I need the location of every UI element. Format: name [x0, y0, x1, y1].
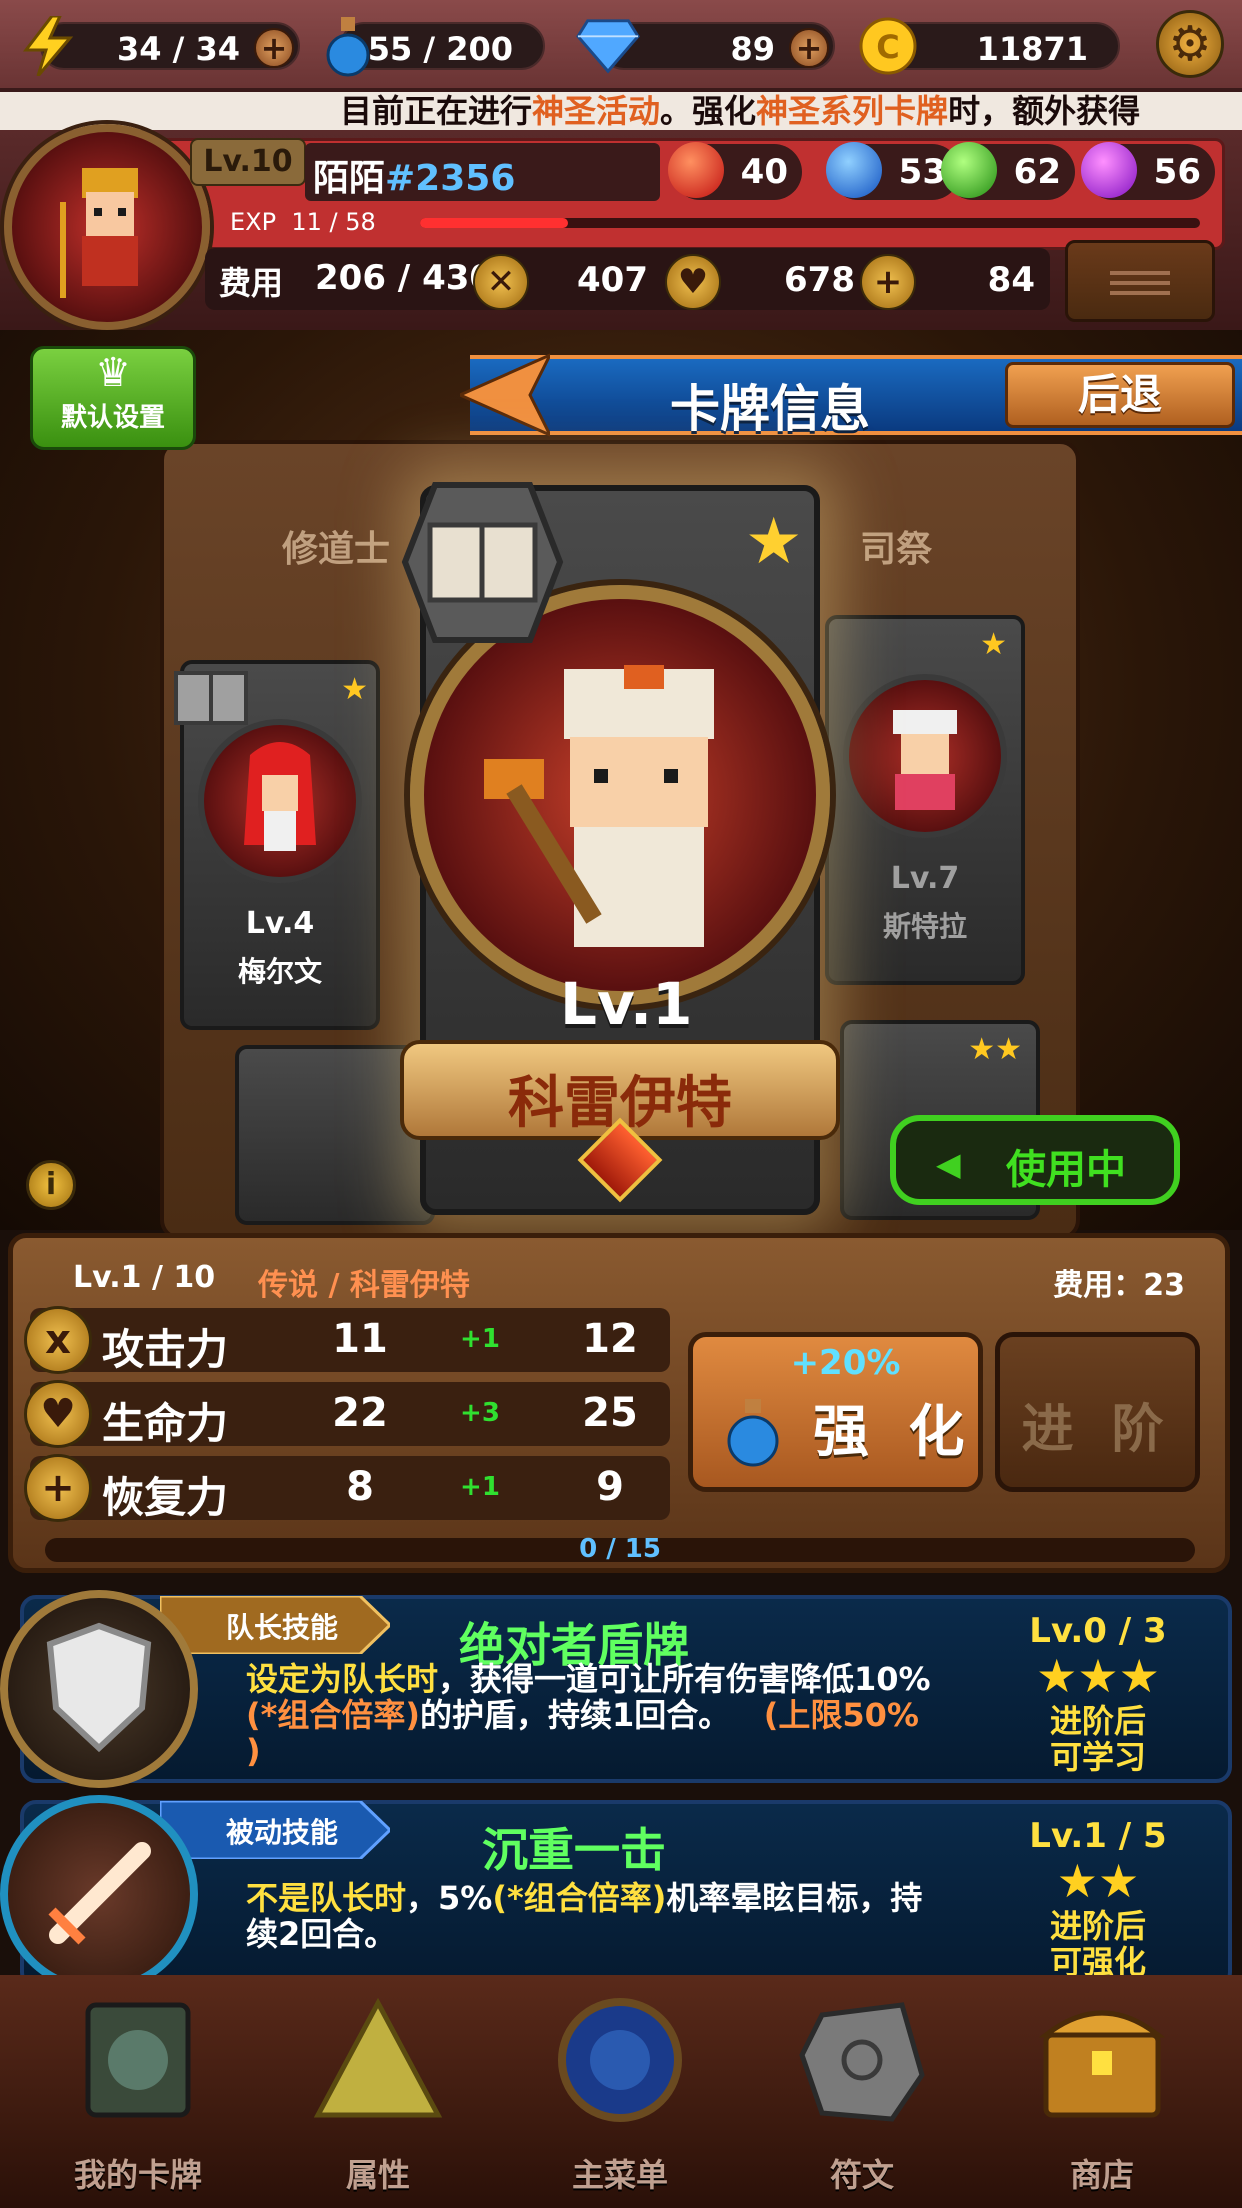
nature-orb-icon — [941, 142, 997, 198]
emblem-icon — [558, 1998, 682, 2122]
left-group-label: 修道士 — [282, 529, 391, 570]
nav-shop[interactable]: 商店 — [982, 1975, 1222, 2208]
star-icon: ★★ — [968, 1032, 1022, 1067]
nav-my-cards[interactable]: 我的卡牌 — [18, 1975, 258, 2208]
heart-icon: ♥ — [665, 254, 721, 310]
potion-counter: 55 / 200 — [326, 17, 545, 77]
default-setting-button[interactable]: ♛ 默认设置 — [30, 346, 196, 450]
advance-button[interactable]: 进 阶 — [995, 1332, 1200, 1492]
add-diamond-button[interactable]: + — [789, 28, 829, 68]
passive-skill-tab: 被动技能 — [160, 1801, 390, 1859]
monkey-king-avatar-icon — [60, 168, 138, 298]
leader-skill-stars: ★★★ — [1036, 1649, 1160, 1703]
leader-skill-level: Lv.0 / 3 — [1029, 1611, 1167, 1651]
lightning-icon — [16, 14, 80, 78]
crossed-swords-icon: ✕ — [473, 254, 529, 310]
settings-gear-icon[interactable]: ⚙ — [1156, 10, 1224, 78]
cross-icon: + — [860, 254, 916, 310]
passive-skill-description: 不是队长时，5%(*组合倍率)机率晕眩目标，持 续2回合。 — [246, 1879, 923, 1953]
rune-stone-icon — [799, 2002, 925, 2122]
nav-runes[interactable]: 符文 — [742, 1975, 982, 2208]
svg-text:C: C — [876, 28, 899, 66]
water-orb-icon — [826, 142, 882, 198]
page-title: 卡牌信息 — [670, 380, 870, 438]
hamburger-icon — [1068, 243, 1212, 295]
shield-icon — [46, 1622, 152, 1753]
nav-attributes[interactable]: 属性 — [258, 1975, 498, 2208]
dark-orb-icon — [1081, 142, 1137, 198]
star-icon: ★ — [980, 627, 1007, 662]
stat-row-recovery: + 恢复力 8 +1 9 — [24, 1454, 670, 1522]
leader-skill-icon[interactable] — [0, 1590, 198, 1788]
info-icon[interactable]: i — [26, 1160, 76, 1210]
back-button[interactable]: 后退 — [1005, 362, 1235, 428]
heart-icon: ♥ — [24, 1380, 92, 1448]
team-attack: ✕ 407 — [473, 254, 658, 310]
right-group-label: 司祭 — [860, 529, 933, 570]
stat-row-hp: ♥ 生命力 22 +3 25 — [24, 1380, 670, 1448]
nature-orb-counter: 62 — [941, 142, 1075, 200]
enhance-progress-bar: 0 / 15 — [45, 1534, 1195, 1564]
cleric-portrait-icon — [484, 665, 714, 947]
crossed-swords-icon: x — [24, 1306, 92, 1374]
leader-skill-note: 进阶后 可学习 — [1049, 1702, 1146, 1776]
dark-orb-counter: 56 — [1081, 142, 1215, 200]
leader-skill-tab: 队长技能 — [160, 1596, 390, 1654]
gold-coin-icon: C — [856, 14, 920, 78]
star-icon: ★ — [341, 672, 368, 707]
resource-bar: 34 / 34 + 55 / 200 89 + C 11871 ⚙ — [0, 0, 1242, 92]
diamond-icon — [576, 14, 640, 78]
cost-label: 费用 — [219, 264, 284, 302]
card-level-progress: Lv.1 / 10 — [73, 1260, 216, 1295]
nav-main-menu[interactable]: 主菜单 — [500, 1975, 740, 2208]
player-tag: #2356 — [385, 158, 516, 199]
cross-icon: + — [24, 1454, 92, 1522]
cost-value: 206 / 430 — [315, 258, 494, 298]
red-hood-portrait-icon — [198, 719, 362, 883]
rarity-star-icon: ★ — [745, 505, 803, 579]
selected-card-level: Lv.1 — [560, 970, 693, 1038]
triangle-left-icon: ◀ — [936, 1145, 961, 1183]
fire-orb-counter: 40 — [668, 142, 802, 200]
player-name: 陌陌 — [313, 158, 386, 199]
leader-skill-description: 设定为队长时，获得一道可让所有伤害降低10% (*组合倍率)的护盾，持续1回合。… — [246, 1660, 931, 1770]
player-avatar[interactable] — [4, 124, 210, 330]
triangle-icon — [313, 1997, 443, 2118]
crown-icon: ♛ — [95, 350, 131, 396]
exp-progress-bar — [420, 218, 1200, 228]
enhance-button[interactable]: +20% 强 化 — [688, 1332, 983, 1492]
hamburger-menu-button[interactable] — [1065, 240, 1215, 322]
player-name-box: 陌陌#2356 — [305, 143, 660, 201]
title-arrow-icon — [460, 353, 550, 437]
book-badge-icon — [174, 671, 248, 725]
player-level-badge: Lv.10 — [190, 138, 306, 186]
team-hp: ♥ 678 — [665, 254, 865, 310]
card-deck-icon — [85, 2002, 191, 2118]
potion-icon — [727, 1399, 779, 1467]
event-marquee: 目前正在进行神圣活动。强化神圣系列卡牌时，额外获得 — [0, 92, 1242, 130]
passive-skill-level: Lv.1 / 5 — [1029, 1816, 1167, 1856]
gold-counter: C 11871 — [859, 17, 1120, 75]
fire-orb-icon — [668, 142, 724, 198]
stat-row-attack: x 攻击力 11 +1 12 — [24, 1306, 670, 1374]
add-energy-button[interactable]: + — [254, 28, 294, 68]
passive-skill-stars: ★★ — [1056, 1854, 1140, 1908]
treasure-chest-icon — [1038, 2010, 1166, 2118]
card-right[interactable]: ★ Lv.7 斯特拉 — [825, 615, 1025, 985]
in-use-button[interactable]: ◀ 使用中 — [890, 1115, 1180, 1205]
bottom-navigation: 我的卡牌 属性 主菜单 符文 商店 — [0, 1975, 1242, 2208]
passive-skill-note: 进阶后 可强化 — [1049, 1907, 1146, 1981]
card-rarity: 传说 / 科雷伊特 — [258, 1268, 470, 1303]
book-class-badge-icon — [401, 482, 564, 643]
sword-icon — [48, 1842, 151, 1945]
priestess-portrait-icon — [843, 674, 1007, 838]
exp-row: EXP 11 / 58 — [220, 208, 1210, 236]
card-cost: 费用：23 — [1053, 1268, 1185, 1303]
energy-counter: 34 / 34 + — [22, 16, 300, 76]
passive-skill-icon[interactable] — [0, 1795, 198, 1993]
team-recovery: + 84 — [860, 254, 1045, 310]
diamond-counter: 89 + — [576, 19, 835, 74]
team-stats-row: 费用 206 / 430 ✕ 407 ♥ 678 + 84 — [205, 248, 1050, 310]
